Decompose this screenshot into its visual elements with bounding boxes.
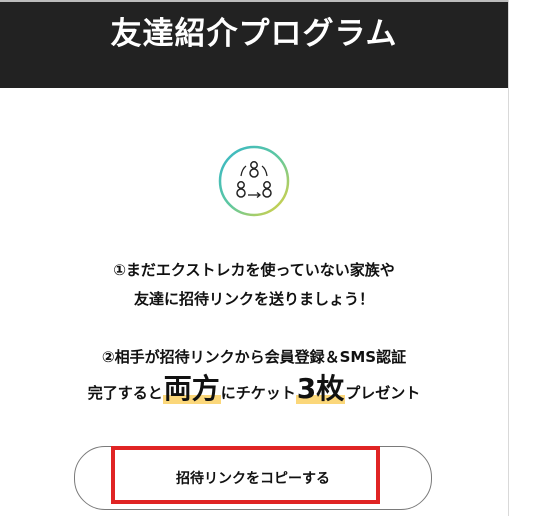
- step-2-line-1: ②相手が招待リンクから会員登録＆SMS認証: [101, 348, 407, 366]
- step-2-prefix: 完了すると: [87, 384, 163, 402]
- step-2-mid: にチケット: [220, 384, 296, 402]
- step-1-line-2: 友達に招待リンクを送りましょう！: [133, 290, 374, 308]
- instruction-step-2: ②相手が招待リンクから会員登録＆SMS認証 完了すると 両方にチケット 3枚プレゼン…: [0, 346, 508, 404]
- referral-people-icon: [217, 144, 291, 218]
- step-1-line-1: ①まだエクストレカを使っていない家族や: [113, 261, 395, 279]
- page-header: 友達紹介プログラム: [0, 2, 508, 88]
- step-2-suffix: プレゼント: [345, 384, 421, 402]
- highlight-both: 両方: [162, 372, 221, 405]
- content-edge-divider: [508, 0, 509, 516]
- page-title: 友達紹介プログラム: [110, 16, 398, 52]
- highlight-ticket-count: 3枚: [295, 372, 346, 405]
- instruction-step-1: ①まだエクストレカを使っていない家族や 友達に招待リンクを送りましょう！: [0, 256, 508, 314]
- step-2-line-2: 完了すると 両方にチケット 3枚プレゼント: [0, 374, 508, 404]
- copy-invite-link-button[interactable]: 招待リンクをコピーする: [74, 446, 432, 510]
- copy-button-label: 招待リンクをコピーする: [176, 471, 330, 487]
